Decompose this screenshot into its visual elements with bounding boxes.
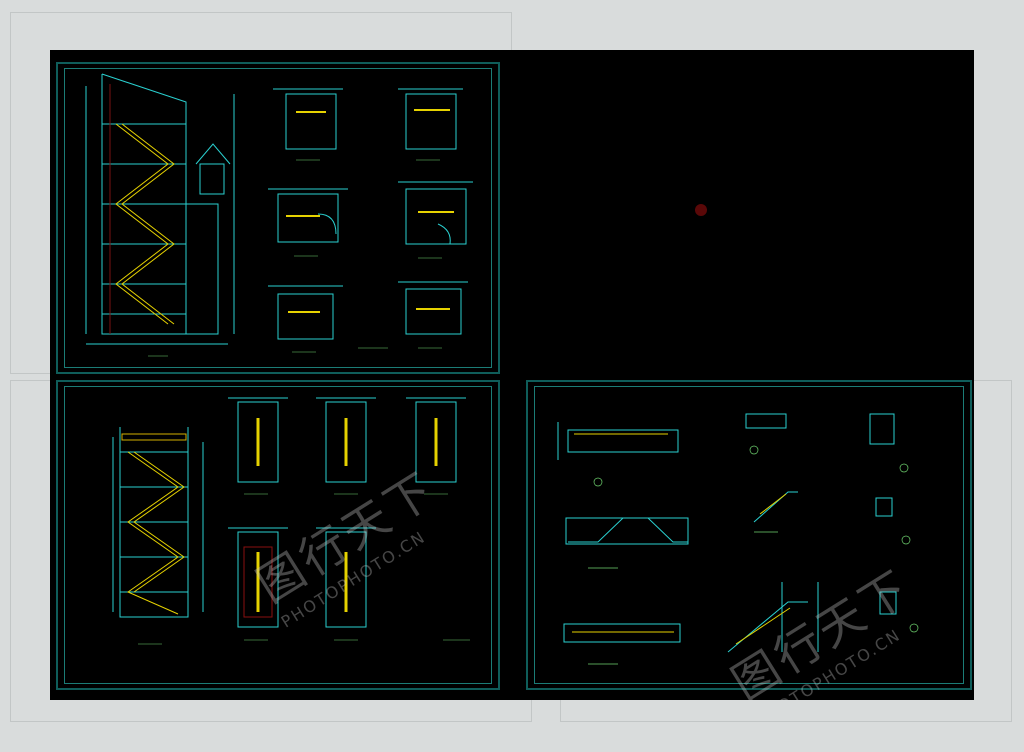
- cad-drawing-canvas[interactable]: 图行天下 PHOTOPHOTO.CN 图行天下 PHOTOPHOTO.CN: [50, 50, 974, 700]
- sheet-top-left[interactable]: [56, 62, 500, 374]
- top-left-drawing: [85, 73, 473, 357]
- red-marker-dot: [695, 204, 707, 216]
